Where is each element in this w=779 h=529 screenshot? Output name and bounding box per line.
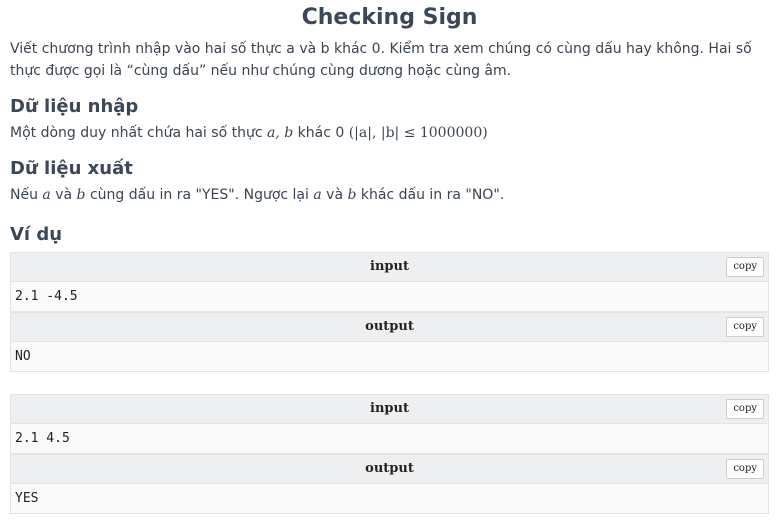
sample-output-header: output copy	[11, 313, 768, 342]
input-math-vars: a, b	[266, 125, 294, 141]
sample-input-label: input	[370, 259, 409, 274]
sample-output-label: output	[365, 461, 414, 476]
output-heading: Dữ liệu xuất	[10, 158, 133, 179]
output-text-3: cùng dấu in ra "YES". Ngược lại	[85, 187, 314, 203]
problem-title: Checking Sign	[301, 5, 478, 30]
var-b: b	[76, 187, 86, 203]
sample-input-value: 2.1 4.5	[11, 424, 768, 453]
sample-input-header: input copy	[11, 395, 768, 424]
copy-button[interactable]: copy	[726, 317, 764, 337]
copy-button[interactable]: copy	[726, 257, 764, 277]
var-a: a	[42, 187, 51, 203]
sample-input-header: input copy	[11, 253, 768, 282]
copy-button[interactable]: copy	[726, 399, 764, 419]
var-a: a	[313, 187, 322, 203]
sample-input-value: 2.1 -4.5	[11, 282, 768, 311]
sample-input: input copy 2.1 -4.5	[10, 252, 769, 312]
sample-output: output copy YES	[10, 454, 769, 514]
sample-output-value: YES	[11, 484, 768, 513]
problem-statement: Viết chương trình nhập vào hai số thực a…	[10, 41, 752, 79]
sample-output-label: output	[365, 319, 414, 334]
output-description: Nếu a và b cùng dấu in ra "YES". Ngược l…	[10, 184, 769, 206]
sample-input: input copy 2.1 4.5	[10, 394, 769, 454]
example-2: input copy 2.1 4.5 output copy YES	[10, 394, 769, 514]
sample-input-label: input	[370, 401, 409, 416]
copy-button[interactable]: copy	[726, 459, 764, 479]
example-gap	[10, 372, 769, 388]
output-text-2: và	[50, 187, 77, 203]
sample-output: output copy NO	[10, 312, 769, 372]
input-heading: Dữ liệu nhập	[10, 96, 139, 117]
output-text-5: khác dấu in ra "NO".	[356, 187, 505, 203]
input-description: Một dòng duy nhất chứa hai số thực a, b …	[10, 122, 769, 144]
sample-output-header: output copy	[11, 455, 768, 484]
problem-page: Checking Sign Viết chương trình nhập vào…	[0, 0, 779, 514]
output-text-1: Nếu	[10, 187, 43, 203]
input-text-2: khác 0	[293, 125, 349, 141]
input-math-condition: (|a|, |b| ≤ 1000000)	[348, 125, 488, 141]
input-text-1: Một dòng duy nhất chứa hai số thực	[10, 125, 267, 141]
examples-heading: Ví dụ	[10, 224, 63, 245]
example-1: input copy 2.1 -4.5 output copy NO	[10, 252, 769, 372]
output-text-4: và	[321, 187, 348, 203]
sample-output-value: NO	[11, 342, 768, 371]
